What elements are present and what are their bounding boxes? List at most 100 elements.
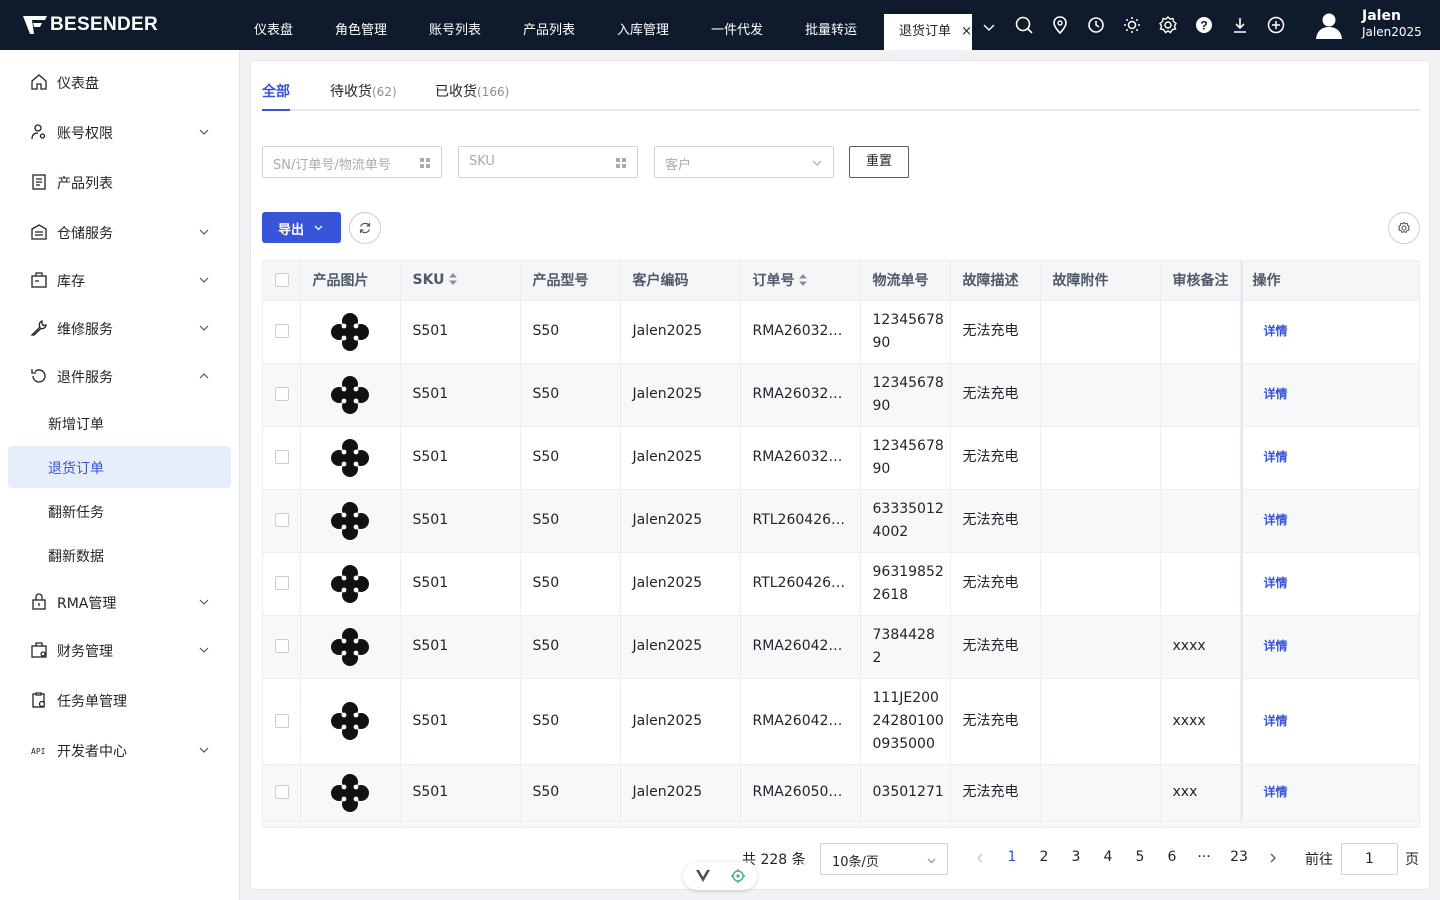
row-checkbox[interactable] xyxy=(275,713,289,728)
refresh-button[interactable] xyxy=(349,212,381,244)
detail-link[interactable]: 详情 xyxy=(1264,714,1288,728)
export-button[interactable]: 导出 xyxy=(262,212,341,243)
detail-link[interactable]: 详情 xyxy=(1264,513,1288,527)
table-row: S501S50Jalen2025RMA2604280001 7384428 2 无法充… xyxy=(263,615,1419,679)
page-size-select[interactable]: 10条/页 xyxy=(820,843,948,875)
cell-sku: S501 xyxy=(400,764,521,822)
sidebar-sub-new-order[interactable]: 新增订单 xyxy=(8,402,231,444)
page-5[interactable]: 5 xyxy=(1129,849,1151,865)
sort-icon[interactable] xyxy=(798,274,807,287)
help-icon[interactable]: ? xyxy=(1193,14,1215,36)
avatar[interactable] xyxy=(1314,10,1344,40)
topnav-dropship[interactable]: 一件代发 xyxy=(711,0,763,50)
status-tabs: 全部 待收货(62) 已收货(166) xyxy=(262,81,1420,111)
sidebar-item-account-permissions[interactable]: 账号权限 xyxy=(0,111,240,153)
topnav-active-tab[interactable]: 退货订单 × xyxy=(884,14,972,50)
cell-fault: 无法充电 xyxy=(950,489,1041,553)
sidebar-item-label: 库存 xyxy=(57,274,85,290)
column-header-fault: 故障描述 xyxy=(950,261,1041,301)
column-header-order[interactable]: 订单号 xyxy=(740,261,861,301)
sku-input[interactable]: SKU xyxy=(458,146,638,178)
detail-link[interactable]: 详情 xyxy=(1264,387,1288,401)
row-checkbox[interactable] xyxy=(275,576,289,590)
sidebar-item-warehouse[interactable]: 仓储服务 xyxy=(0,211,240,253)
detail-link[interactable]: 详情 xyxy=(1264,450,1288,464)
cell-tracking: 111JE200 24280100 0935000 xyxy=(860,678,951,765)
sidebar-item-developer[interactable]: API 开发者中心 xyxy=(0,729,240,771)
topnav-inbound[interactable]: 入库管理 xyxy=(617,0,669,50)
vue-devtools-icon[interactable] xyxy=(696,869,710,883)
gear-icon[interactable] xyxy=(1157,14,1179,36)
topnav-transfer[interactable]: 批量转运 xyxy=(805,0,857,50)
sidebar-item-finance[interactable]: 财务管理 xyxy=(0,629,240,671)
row-checkbox[interactable] xyxy=(275,324,289,338)
row-checkbox[interactable] xyxy=(275,513,289,527)
detail-link[interactable]: 详情 xyxy=(1264,785,1288,799)
location-icon[interactable] xyxy=(1049,14,1071,36)
download-icon[interactable] xyxy=(1229,14,1251,36)
prev-page-icon[interactable] xyxy=(974,852,986,864)
sidebar-item-inventory[interactable]: 库存 xyxy=(0,259,240,301)
search-placeholder: SN/订单号/物流单号 xyxy=(273,158,391,173)
product-image xyxy=(330,375,369,414)
search-input[interactable]: SN/订单号/物流单号 xyxy=(262,146,442,178)
svg-text:?: ? xyxy=(1200,19,1207,33)
clock-icon[interactable] xyxy=(1085,14,1107,36)
user-account: Jalen2025 xyxy=(1362,25,1422,39)
row-checkbox[interactable] xyxy=(275,450,289,464)
topnav-roles[interactable]: 角色管理 xyxy=(335,0,387,50)
goto-page-input[interactable]: 1 xyxy=(1341,843,1398,875)
select-all-checkbox[interactable] xyxy=(275,273,289,288)
sidebar-item-products[interactable]: 产品列表 xyxy=(0,161,240,203)
goto-suffix: 页 xyxy=(1405,852,1419,868)
cell-tracking: 12345678 90 xyxy=(860,426,951,490)
detail-link[interactable]: 详情 xyxy=(1264,639,1288,653)
sidebar-sub-return-orders[interactable]: 退货订单 xyxy=(8,446,231,488)
page-1[interactable]: 1 xyxy=(1001,849,1023,865)
page-6[interactable]: 6 xyxy=(1161,849,1183,865)
topnav-accounts[interactable]: 账号列表 xyxy=(429,0,481,50)
tab-all[interactable]: 全部 xyxy=(262,81,290,101)
sidebar-item-repair[interactable]: 维修服务 xyxy=(0,307,240,349)
next-page-icon[interactable] xyxy=(1267,852,1279,864)
row-select-cell xyxy=(263,615,301,679)
target-icon[interactable] xyxy=(730,868,746,884)
sun-icon[interactable] xyxy=(1121,14,1143,36)
cell-action: 详情 xyxy=(1240,678,1419,765)
customer-select[interactable]: 客户 xyxy=(654,146,834,178)
cell-empty xyxy=(520,821,621,827)
sidebar-item-dashboard[interactable]: 仪表盘 xyxy=(0,61,240,103)
tab-received[interactable]: 已收货(166) xyxy=(435,81,509,101)
sort-icon[interactable] xyxy=(448,273,457,286)
detail-link[interactable]: 详情 xyxy=(1264,324,1288,338)
row-checkbox[interactable] xyxy=(275,785,289,799)
search-icon[interactable] xyxy=(1013,14,1035,36)
brand-logo[interactable]: BESENDER xyxy=(22,12,158,38)
chevron-down-icon xyxy=(199,747,209,753)
topnav-products[interactable]: 产品列表 xyxy=(523,0,575,50)
detail-link[interactable]: 详情 xyxy=(1264,576,1288,590)
sidebar-item-tasks[interactable]: 任务单管理 xyxy=(0,679,240,721)
user-name[interactable]: Jalen xyxy=(1362,8,1401,24)
row-checkbox[interactable] xyxy=(275,639,289,653)
close-icon[interactable]: × xyxy=(961,14,972,50)
row-checkbox[interactable] xyxy=(275,387,289,401)
topnav-dashboard[interactable]: 仪表盘 xyxy=(254,0,293,50)
cell-fault: 无法充电 xyxy=(950,426,1041,490)
sidebar-item-rma[interactable]: RMA管理 xyxy=(0,581,240,623)
chevron-down-icon xyxy=(199,647,209,653)
add-circle-icon[interactable] xyxy=(1265,14,1287,36)
column-header-sku[interactable]: SKU xyxy=(400,261,521,301)
tab-pending[interactable]: 待收货(62) xyxy=(330,81,397,101)
sidebar-item-returns[interactable]: 退件服务 xyxy=(0,355,240,397)
page-3[interactable]: 3 xyxy=(1065,849,1087,865)
table-settings-button[interactable] xyxy=(1388,212,1420,244)
page-4[interactable]: 4 xyxy=(1097,849,1119,865)
sidebar-sub-refurbish-data[interactable]: 翻新数据 xyxy=(8,534,231,576)
chevron-down-icon[interactable] xyxy=(982,20,996,34)
page-more-ellipsis[interactable]: ··· xyxy=(1193,849,1215,865)
sidebar-sub-refurbish-tasks[interactable]: 翻新任务 xyxy=(8,490,231,532)
page-23[interactable]: 23 xyxy=(1227,849,1251,865)
reset-button[interactable]: 重置 xyxy=(849,146,909,178)
page-2[interactable]: 2 xyxy=(1033,849,1055,865)
